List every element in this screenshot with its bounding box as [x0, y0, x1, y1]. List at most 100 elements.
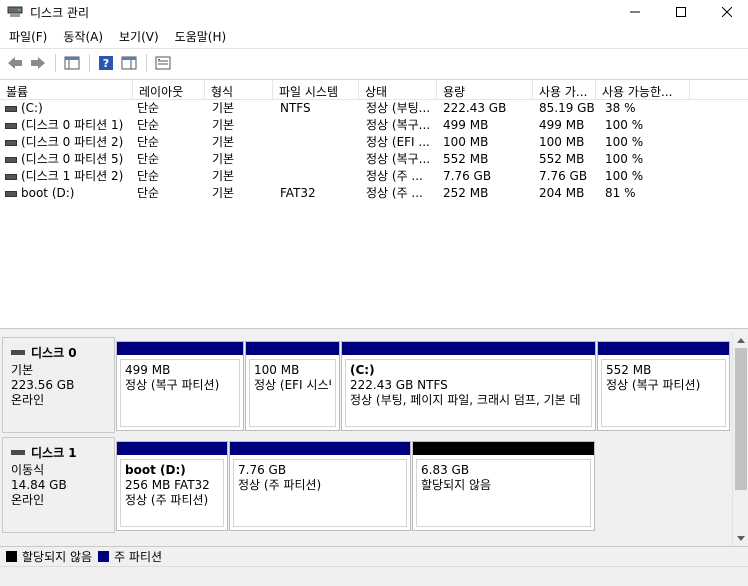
disk-1-name-row: 디스크 1 [11, 444, 114, 461]
help-button[interactable]: ? [95, 53, 117, 73]
column-header-free-space[interactable]: 사용 가... [533, 80, 596, 100]
toolbar-separator [89, 53, 90, 72]
partition-disk1-unallocated[interactable]: 6.83 GB 할당되지 않음 [412, 441, 595, 531]
maximize-button[interactable] [658, 0, 704, 24]
volume-row[interactable]: boot (D:) 단순 기본 FAT32 정상 (주 ... 252 MB 2… [0, 185, 748, 202]
partition-title: boot (D:) [125, 463, 186, 477]
disk-management-window: 디스크 관리 파일(F) 동작(A) 보기(V) 도움말(H) ? 볼륨 레이아… [0, 0, 748, 586]
volume-row[interactable]: (디스크 0 파티션 2) 단순 기본 정상 (EFI ... 100 MB 1… [0, 134, 748, 151]
partition-disk1-boot[interactable]: boot (D:) 256 MB FAT32 정상 (주 파티션) [116, 441, 228, 531]
volume-name-cell: (디스크 0 파티션 2) [5, 134, 132, 151]
partition-size: 222.43 GB NTFS [350, 378, 448, 392]
partition-body: 499 MB 정상 (복구 파티션) [120, 359, 240, 427]
forward-button[interactable] [27, 53, 49, 73]
column-header-free-percent[interactable]: 사용 가능한... [596, 80, 690, 100]
partition-color-bar [230, 442, 410, 455]
volume-row[interactable]: (디스크 0 파티션 5) 단순 기본 정상 (복구... 552 MB 552… [0, 151, 748, 168]
forward-arrow-icon [31, 56, 45, 69]
column-header-volume[interactable]: 볼륨 [0, 80, 133, 100]
legend-bar: 할당되지 않음 주 파티션 [0, 546, 748, 566]
volume-type: 기본 [212, 101, 235, 115]
column-header-type[interactable]: 형식 [205, 80, 273, 100]
title-bar: 디스크 관리 [0, 0, 748, 24]
partition-body: boot (D:) 256 MB FAT32 정상 (주 파티션) [120, 459, 224, 527]
legend-swatch [98, 551, 110, 562]
volume-status: 정상 (주 ... [366, 186, 423, 200]
volume-name: (디스크 0 파티션 5) [21, 152, 124, 166]
partition-status: 정상 (복구 파티션) [125, 378, 220, 392]
partition-disk0-2[interactable]: 100 MB 정상 (EFI 시스템 [245, 341, 340, 431]
volume-name-cell: boot (D:) [5, 185, 132, 202]
volume-free-space: 552 MB [539, 152, 585, 166]
legend-item-primary: 주 파티션 [98, 548, 162, 565]
partition-size: 7.76 GB [238, 463, 287, 477]
minimize-button[interactable] [612, 0, 658, 24]
toolbar-separator [146, 53, 147, 72]
column-header-file-system[interactable]: 파일 시스템 [273, 80, 359, 100]
close-button[interactable] [704, 0, 748, 24]
properties-pane-icon [121, 56, 137, 69]
menu-view[interactable]: 보기(V) [110, 26, 166, 46]
disk-0-label[interactable]: 디스크 0 기본 223.56 GB 온라인 [2, 337, 115, 433]
back-button[interactable] [4, 53, 26, 73]
partition-status: 정상 (부팅, 페이지 파일, 크래시 덤프, 기본 데 [350, 393, 581, 407]
volume-row[interactable]: (디스크 0 파티션 1) 단순 기본 정상 (복구... 499 MB 499… [0, 117, 748, 134]
volume-name-cell: (디스크 0 파티션 5) [5, 151, 132, 168]
volume-name: (C:) [21, 101, 43, 115]
volume-row[interactable]: (C:) 단순 기본 NTFS 정상 (부팅... 222.43 GB 85.1… [0, 100, 748, 117]
volume-free-space: 85.19 GB [539, 101, 595, 115]
volume-file-system: FAT32 [280, 186, 316, 200]
menu-action[interactable]: 동작(A) [54, 26, 110, 46]
disk-pane-scrollbar[interactable] [732, 332, 748, 546]
disk-1-label[interactable]: 디스크 1 이동식 14.84 GB 온라인 [2, 437, 115, 533]
menu-help[interactable]: 도움말(H) [166, 26, 234, 46]
volume-row[interactable]: (디스크 1 파티션 2) 단순 기본 정상 (주 ... 7.76 GB 7.… [0, 168, 748, 185]
disk-0-state: 온라인 [11, 393, 45, 407]
scroll-down-button[interactable] [733, 530, 748, 546]
volume-free-percent: 38 % [605, 101, 636, 115]
volume-status: 정상 (EFI ... [366, 135, 430, 149]
column-header-layout[interactable]: 레이아웃 [133, 80, 205, 100]
menu-file[interactable]: 파일(F) [0, 26, 54, 46]
disk-0-name: 디스크 0 [31, 346, 77, 360]
chevron-up-icon [737, 337, 745, 343]
toolbar-separator [55, 53, 56, 72]
console-tree-button[interactable] [61, 53, 83, 73]
column-header-capacity[interactable]: 용량 [437, 80, 533, 100]
partition-body: 6.83 GB 할당되지 않음 [416, 459, 591, 527]
properties-pane-button[interactable] [118, 53, 140, 73]
volume-file-system: NTFS [280, 101, 311, 115]
legend-swatch [6, 551, 17, 562]
disk-1-kind: 이동식 [11, 463, 45, 477]
partition-disk0-1[interactable]: 499 MB 정상 (복구 파티션) [116, 341, 244, 431]
column-header-status[interactable]: 상태 [359, 80, 437, 100]
partition-size: 499 MB [125, 363, 171, 377]
drive-icon [5, 122, 17, 129]
volume-capacity: 100 MB [443, 135, 489, 149]
chevron-down-icon [737, 535, 745, 541]
partition-status: 정상 (EFI 시스템 [254, 378, 331, 392]
partition-disk0-5[interactable]: 552 MB 정상 (복구 파티션) [597, 341, 730, 431]
partition-disk0-c[interactable]: (C:) 222.43 GB NTFS 정상 (부팅, 페이지 파일, 크래시 … [341, 341, 596, 431]
drive-icon [5, 156, 17, 163]
volume-list: 볼륨 레이아웃 형식 파일 시스템 상태 용량 사용 가... 사용 가능한..… [0, 79, 748, 326]
partition-size: 256 MB FAT32 [125, 478, 210, 492]
list-view-icon [155, 56, 171, 69]
volume-free-space: 204 MB [539, 186, 585, 200]
scroll-up-button[interactable] [733, 332, 748, 348]
partition-body: (C:) 222.43 GB NTFS 정상 (부팅, 페이지 파일, 크래시 … [345, 359, 592, 427]
window-title: 디스크 관리 [30, 6, 90, 20]
volume-capacity: 552 MB [443, 152, 489, 166]
volume-layout: 단순 [137, 169, 160, 183]
scroll-thumb[interactable] [735, 348, 747, 490]
partition-body: 7.76 GB 정상 (주 파티션) [233, 459, 407, 527]
volume-name-cell: (디스크 0 파티션 1) [5, 117, 132, 134]
volume-name: boot (D:) [21, 186, 75, 200]
partition-disk1-2[interactable]: 7.76 GB 정상 (주 파티션) [229, 441, 411, 531]
volume-free-percent: 100 % [605, 118, 644, 132]
partition-status: 정상 (복구 파티션) [606, 378, 701, 392]
list-view-button[interactable] [152, 53, 174, 73]
close-icon [722, 7, 732, 17]
disk-graphical-pane: 디스크 0 기본 223.56 GB 온라인 499 MB 정상 (복구 파티션… [0, 328, 748, 546]
volume-name: (디스크 0 파티션 1) [21, 118, 124, 132]
